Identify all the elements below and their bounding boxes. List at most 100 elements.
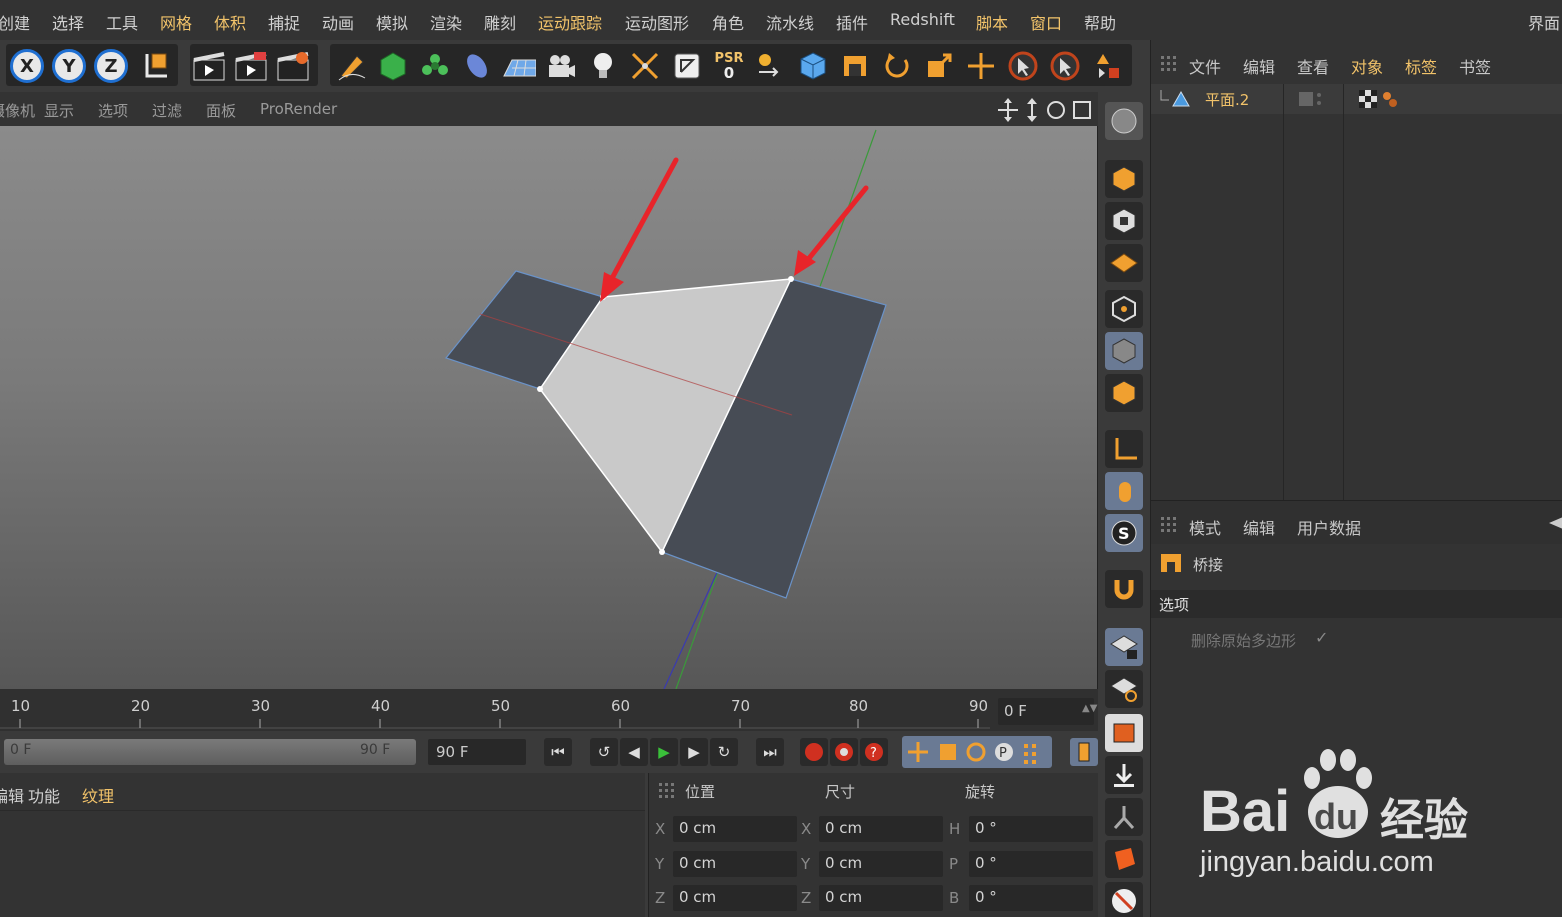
rot-p-field[interactable]: 0 ° <box>969 851 1093 877</box>
make-editable-button[interactable] <box>1105 102 1143 140</box>
render-picture-viewer-button[interactable] <box>234 49 268 83</box>
viewport-menu-options[interactable]: 选项 <box>98 100 128 121</box>
options-section-header[interactable]: 选项 <box>1151 590 1562 618</box>
material-menu-edit[interactable]: 编辑 <box>0 783 24 807</box>
rect-select-button[interactable] <box>1048 49 1082 83</box>
object-name[interactable]: 平面.2 <box>1205 89 1249 110</box>
swap-button[interactable] <box>754 49 788 83</box>
param-key-icon[interactable]: P <box>995 743 1013 761</box>
next-keyframe-button[interactable]: ↻ <box>710 738 738 766</box>
pos-x-field[interactable]: 0 cm <box>673 816 797 842</box>
deformer-button[interactable] <box>460 49 494 83</box>
viewport-menu-camera[interactable]: 摄像机 <box>0 100 35 121</box>
tab-view[interactable]: 查看 <box>1297 54 1329 78</box>
render-settings-button[interactable] <box>276 49 310 83</box>
lock-workplane-button[interactable] <box>1105 628 1143 666</box>
end-frame-field[interactable]: 90 F <box>428 739 526 765</box>
coordinate-system-button[interactable] <box>138 49 172 83</box>
tab-edit[interactable]: 编辑 <box>1243 54 1275 78</box>
visibility-toggle-icon[interactable] <box>1297 88 1325 110</box>
model-tool-button[interactable] <box>1090 49 1124 83</box>
z-axis-lock-button[interactable]: Z <box>94 49 128 83</box>
menu-animate[interactable]: 动画 <box>322 10 354 34</box>
current-frame-field[interactable]: 0 F ▲▼ <box>998 698 1097 725</box>
no-entry-button[interactable] <box>1105 882 1143 917</box>
go-to-end-button[interactable]: ⏭ <box>756 738 784 766</box>
menu-render[interactable]: 渲染 <box>430 10 462 34</box>
rotate-tool-button[interactable] <box>880 49 914 83</box>
vertex-point[interactable] <box>537 386 543 392</box>
size-x-field[interactable]: 0 cm <box>819 816 943 842</box>
model-mode-button[interactable] <box>1105 160 1143 198</box>
previous-keyframe-button[interactable]: ↺ <box>590 738 618 766</box>
material-menu-function[interactable]: 功能 <box>28 783 60 807</box>
live-select-button[interactable] <box>1006 49 1040 83</box>
viewport-layout-button[interactable] <box>1105 714 1143 752</box>
menu-simulate[interactable]: 模拟 <box>376 10 408 34</box>
stepper-arrows-icon[interactable]: ▲▼ <box>1082 703 1097 714</box>
tab-mode[interactable]: 模式 <box>1189 515 1221 539</box>
material-menu-texture[interactable]: 纹理 <box>82 783 114 807</box>
go-to-start-button[interactable]: ⏮ <box>544 738 572 766</box>
cube-button[interactable] <box>796 49 830 83</box>
menu-mograph[interactable]: 运动图形 <box>625 10 689 34</box>
menu-sculpt[interactable]: 雕刻 <box>484 10 516 34</box>
render-view-button[interactable] <box>192 49 226 83</box>
menu-pipeline[interactable]: 流水线 <box>766 10 814 34</box>
cloner-button[interactable] <box>418 49 452 83</box>
menu-motion-tracking[interactable]: 运动跟踪 <box>538 10 602 34</box>
frame-range-slider[interactable]: 0 F 90 F <box>4 739 416 765</box>
delete-original-polygons-checkbox[interactable]: ✓ <box>1315 628 1328 647</box>
solo-button[interactable]: S <box>1105 514 1143 552</box>
menu-script[interactable]: 脚本 <box>976 10 1008 34</box>
effector-button[interactable] <box>628 49 662 83</box>
tweak-mode-button[interactable] <box>1105 472 1143 510</box>
viewport-menu-display[interactable]: 显示 <box>44 100 74 121</box>
material-tags-icon[interactable] <box>1357 88 1403 110</box>
viewport-menu-panel[interactable]: 面板 <box>206 100 236 121</box>
menu-window[interactable]: 窗口 <box>1030 10 1062 34</box>
workplane-button[interactable] <box>1105 244 1143 282</box>
menu-redshift[interactable]: Redshift <box>890 10 955 29</box>
tab-file[interactable]: 文件 <box>1189 54 1221 78</box>
scale-tool-button[interactable] <box>922 49 956 83</box>
pen-tool-button[interactable] <box>334 49 368 83</box>
vertex-point[interactable] <box>788 276 794 282</box>
point-level-icon[interactable] <box>1024 744 1036 764</box>
xpresso-button[interactable] <box>670 49 704 83</box>
move-tool-button[interactable] <box>964 49 998 83</box>
zoom-icon[interactable] <box>1027 98 1037 122</box>
move-key-icon[interactable] <box>908 742 928 762</box>
previous-frame-button[interactable]: ◀ <box>620 738 648 766</box>
tab-user-data[interactable]: 用户数据 <box>1297 515 1361 539</box>
rot-b-field[interactable]: 0 ° <box>969 885 1093 911</box>
menu-snap[interactable]: 捕捉 <box>268 10 300 34</box>
rotate-key-icon[interactable] <box>966 742 986 762</box>
record-button[interactable] <box>800 738 828 766</box>
floor-button[interactable] <box>502 49 536 83</box>
menu-create[interactable]: 创建 <box>0 10 30 34</box>
polygons-mode-button[interactable] <box>1105 374 1143 412</box>
play-button[interactable]: ▶ <box>650 738 678 766</box>
menu-select[interactable]: 选择 <box>52 10 84 34</box>
viewport-menu-filter[interactable]: 过滤 <box>152 100 182 121</box>
object-row[interactable]: 平面.2 <box>1151 84 1562 114</box>
import-button[interactable] <box>1105 756 1143 794</box>
menu-character[interactable]: 角色 <box>712 10 744 34</box>
3d-viewport[interactable] <box>0 126 1098 689</box>
tab-objects[interactable]: 对象 <box>1351 54 1383 78</box>
axis-mode-button[interactable] <box>1105 430 1143 468</box>
next-frame-button[interactable]: ▶ <box>680 738 708 766</box>
menu-plugins[interactable]: 插件 <box>836 10 868 34</box>
tab-tags[interactable]: 标签 <box>1405 54 1437 78</box>
vertex-point[interactable] <box>659 549 665 555</box>
pos-z-field[interactable]: 0 cm <box>673 885 797 911</box>
pos-y-field[interactable]: 0 cm <box>673 851 797 877</box>
autokey-button[interactable] <box>830 738 858 766</box>
timeline-ruler[interactable]: 10 20 30 40 50 60 70 80 90 0 F ▲▼ <box>0 689 1098 731</box>
menu-help[interactable]: 帮助 <box>1084 10 1116 34</box>
size-z-field[interactable]: 0 cm <box>819 885 943 911</box>
tab-edit[interactable]: 编辑 <box>1243 515 1275 539</box>
menu-volume[interactable]: 体积 <box>214 10 246 34</box>
pan-icon[interactable] <box>998 98 1018 122</box>
